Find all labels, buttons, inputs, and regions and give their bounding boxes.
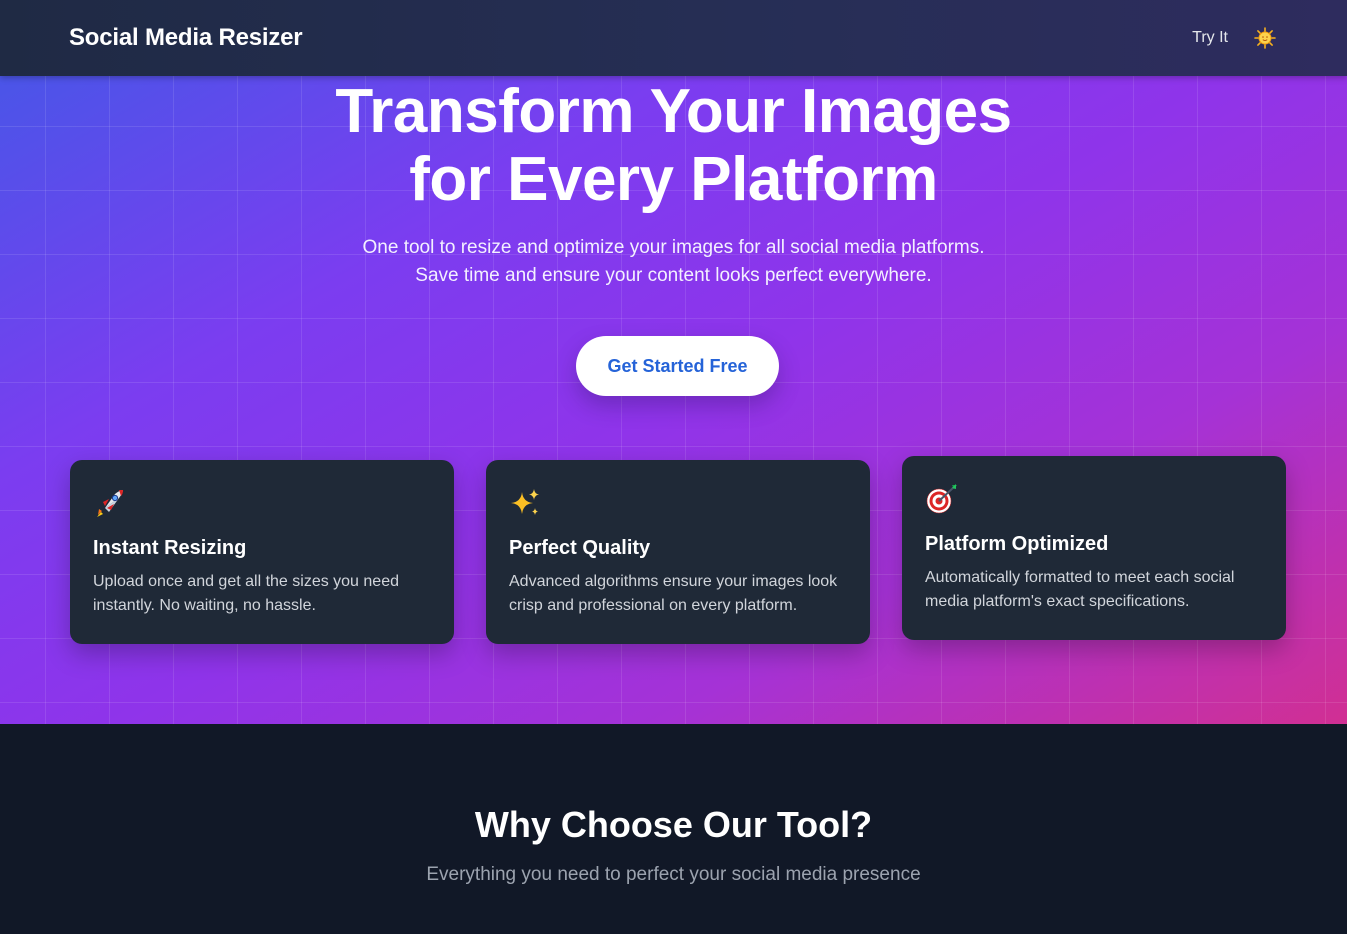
rocket-icon [97,490,123,517]
hero-title-line-1: Transform Your Images [335,77,1012,146]
feature-card-instant-resizing: Instant Resizing Upload once and get all… [70,460,454,644]
top-nav: Try It [1192,25,1278,51]
landing-page: Social Media Resizer Try It Transform Yo… [0,0,1347,934]
feature-card-platform-optimized: Platform Optimized Automatically formatt… [902,456,1286,640]
feature-title: Platform Optimized [925,533,1109,555]
why-choose-section: Why Choose Our Tool? Everything you need… [0,724,1347,934]
get-started-button[interactable]: Get Started Free [576,336,779,396]
hero-title-line-2: for Every Platform [409,145,938,214]
top-header: Social Media Resizer Try It [0,0,1347,76]
feature-description: Upload once and get all the sizes you ne… [93,573,399,614]
section-title: Why Choose Our Tool? [474,804,873,845]
feature-description: Advanced algorithms ensure your images l… [509,573,838,614]
feature-title: Instant Resizing [93,537,247,559]
hero-subtitle: One tool to resize and optimize your ima… [0,234,1347,290]
theme-toggle-button[interactable] [1252,25,1278,51]
feature-card-perfect-quality: Perfect Quality Advanced algorithms ensu… [486,460,870,644]
sparkles-icon [511,489,539,515]
hero-subtitle-line-1: One tool to resize and optimize your ima… [362,237,985,258]
target-icon [926,484,957,514]
sun-icon [1254,27,1276,49]
section-subtitle: Everything you need to perfect your soci… [426,864,921,885]
feature-title: Perfect Quality [509,537,651,559]
brand-logo[interactable]: Social Media Resizer [69,24,303,52]
hero-subtitle-line-2: Save time and ensure your content looks … [415,265,932,286]
hero-title: Transform Your Images for Every Platform [0,78,1347,214]
nav-link-try-it[interactable]: Try It [1192,29,1228,47]
feature-description: Automatically formatted to meet each soc… [925,569,1235,610]
hero-section: Transform Your Images for Every Platform… [0,76,1347,724]
